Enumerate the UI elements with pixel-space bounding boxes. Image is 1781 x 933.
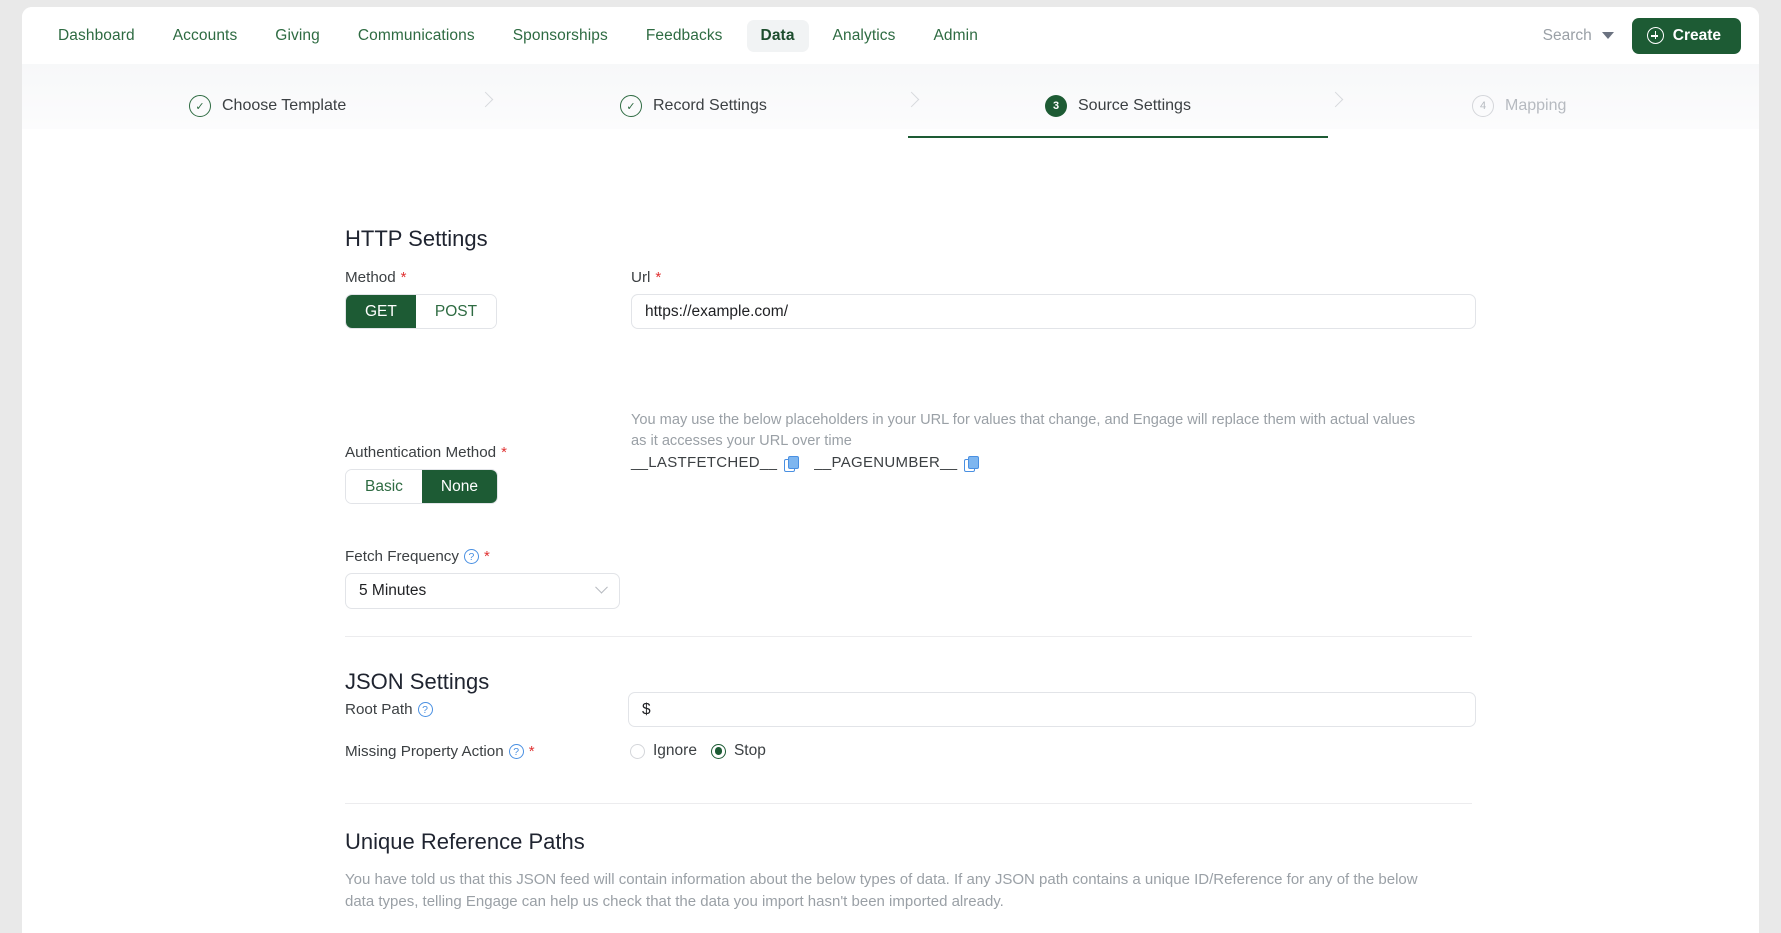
step-label-mapping: Mapping	[1505, 97, 1567, 114]
help-icon[interactable]: ?	[417, 702, 433, 717]
chevron-down-icon	[595, 580, 608, 594]
auth-option-basic[interactable]: Basic	[346, 470, 422, 503]
nav-item-giving[interactable]: Giving	[261, 20, 334, 52]
section-divider-2	[345, 803, 1472, 804]
help-icon[interactable]: ?	[508, 744, 524, 759]
nav-item-sponsorships[interactable]: Sponsorships	[499, 20, 622, 52]
chevron-down-icon	[1601, 32, 1614, 39]
url-helper-line2: as it accesses your URL over time	[631, 433, 852, 449]
search-label: Search	[1542, 26, 1592, 44]
required-asterisk: *	[400, 269, 407, 286]
copy-icon[interactable]	[784, 455, 799, 472]
fetch-frequency-label-text: Fetch Frequency	[345, 548, 459, 565]
help-icon[interactable]: ?	[463, 549, 479, 564]
nav-item-dashboard[interactable]: Dashboard	[44, 20, 149, 52]
radio-circle-ignore	[630, 743, 645, 759]
top-navigation-bar: Dashboard Accounts Giving Communications…	[22, 7, 1759, 64]
check-circle-icon: ✓	[189, 95, 211, 117]
url-label: Url *	[631, 269, 661, 286]
create-button-label: Create	[1672, 26, 1721, 44]
http-settings-heading: HTTP Settings	[345, 226, 488, 251]
nav-item-communications[interactable]: Communications	[344, 20, 489, 52]
missing-property-action-radio-group: Ignore Stop	[630, 742, 766, 760]
step-mapping[interactable]: 4 Mapping	[1472, 84, 1566, 128]
method-label: Method *	[345, 269, 407, 286]
nav-right-group: Search Create	[1543, 17, 1741, 54]
method-toggle-group: GET POST	[345, 294, 498, 329]
copy-icon[interactable]	[964, 455, 979, 472]
active-step-underline	[908, 135, 1328, 138]
url-helper-line1: You may use the below placeholders in yo…	[631, 412, 1416, 428]
radio-option-stop[interactable]: Stop	[710, 742, 766, 760]
create-button[interactable]: Create	[1631, 17, 1741, 54]
fetch-frequency-label: Fetch Frequency ? *	[345, 548, 490, 565]
nav-item-analytics[interactable]: Analytics	[819, 20, 910, 52]
step-record-settings[interactable]: ✓ Record Settings	[620, 84, 767, 128]
unique-reference-paths-description-line2: data types, telling Engage can help us c…	[345, 893, 1004, 910]
nav-item-data[interactable]: Data	[746, 19, 809, 52]
url-label-text: Url	[631, 269, 651, 286]
step-number-badge: 3	[1045, 95, 1067, 117]
method-option-post[interactable]: POST	[415, 295, 497, 328]
wizard-stepper: ✓ Choose Template ✓ Record Settings 3 So…	[22, 64, 1759, 138]
root-path-label-text: Root Path	[345, 701, 413, 718]
required-asterisk: *	[483, 548, 490, 565]
url-input[interactable]: https://example.com/	[631, 294, 1476, 329]
root-path-input[interactable]: $	[628, 692, 1476, 727]
step-label-source-settings: Source Settings	[1078, 97, 1191, 114]
required-asterisk: *	[501, 444, 507, 461]
step-label-record-settings: Record Settings	[653, 97, 767, 114]
step-number-badge: 4	[1472, 95, 1494, 117]
nav-item-accounts[interactable]: Accounts	[159, 20, 252, 52]
chevron-right-icon-2	[903, 91, 920, 108]
placeholder-pagenumber-text: __PAGENUMBER__	[814, 454, 958, 471]
method-label-text: Method	[345, 269, 396, 286]
authentication-method-toggle-group: Basic None	[345, 469, 498, 504]
search-dropdown[interactable]: Search	[1543, 27, 1614, 45]
json-settings-heading: JSON Settings	[345, 669, 490, 694]
nav-items: Dashboard Accounts Giving Communications…	[44, 19, 1002, 52]
missing-property-action-label: Missing Property Action ? *	[345, 743, 535, 760]
plus-circle-icon	[1646, 27, 1664, 44]
missing-property-action-label-text: Missing Property Action	[345, 743, 504, 760]
required-asterisk: *	[655, 269, 662, 286]
radio-option-ignore[interactable]: Ignore	[630, 742, 697, 760]
step-label-choose-template: Choose Template	[222, 97, 347, 114]
nav-item-feedbacks[interactable]: Feedbacks	[632, 20, 737, 52]
check-circle-icon: ✓	[620, 95, 642, 117]
step-choose-template[interactable]: ✓ Choose Template	[189, 84, 346, 128]
step-source-settings[interactable]: 3 Source Settings	[908, 84, 1328, 138]
placeholder-pagenumber: __PAGENUMBER__	[814, 454, 979, 472]
authentication-method-label: Authentication Method *	[345, 444, 507, 461]
auth-option-none[interactable]: None	[421, 470, 497, 503]
nav-item-admin[interactable]: Admin	[919, 20, 991, 52]
placeholder-lastfetched: __LASTFETCHED__	[631, 454, 799, 472]
method-option-get[interactable]: GET	[346, 295, 416, 328]
placeholder-lastfetched-text: __LASTFETCHED__	[631, 454, 778, 471]
source-settings-form: HTTP Settings Method * GET POST Url * ht…	[22, 129, 1759, 910]
radio-label-stop: Stop	[733, 742, 766, 759]
radio-label-ignore: Ignore	[653, 742, 697, 759]
unique-reference-paths-description-line1: You have told us that this JSON feed wil…	[345, 871, 1418, 888]
section-divider-1	[345, 636, 1472, 637]
fetch-frequency-value: 5 Minutes	[359, 582, 427, 599]
required-asterisk: *	[528, 743, 535, 760]
chevron-right-icon-3	[1327, 91, 1344, 108]
radio-circle-stop	[710, 743, 726, 759]
fetch-frequency-select[interactable]: 5 Minutes	[345, 573, 620, 609]
authentication-method-label-text: Authentication Method	[345, 444, 497, 461]
root-path-label: Root Path ?	[345, 701, 433, 718]
app-window: Dashboard Accounts Giving Communications…	[22, 7, 1759, 933]
chevron-right-icon-1	[477, 91, 494, 108]
url-placeholder-tokens: __LASTFETCHED__ __PAGENUMBER__	[631, 454, 979, 472]
unique-reference-paths-heading: Unique Reference Paths	[345, 829, 585, 854]
